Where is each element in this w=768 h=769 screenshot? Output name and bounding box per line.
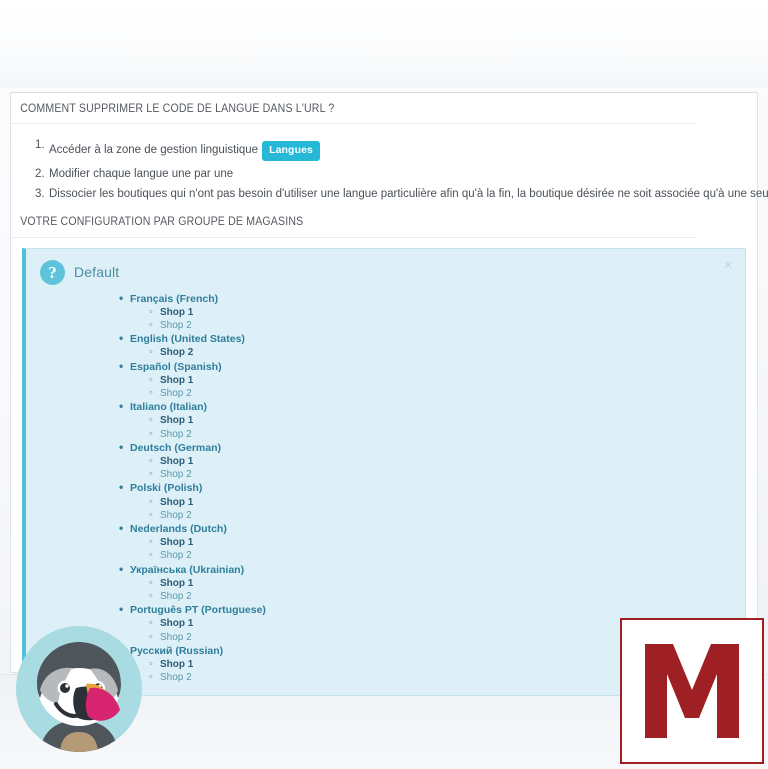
shop-list: Shop 1Shop 2 (130, 577, 735, 604)
brand-logo (620, 618, 764, 764)
step-text: Dissocier les boutiques qui n'ont pas be… (49, 188, 768, 200)
language-item: Italiano (Italian)Shop 1Shop 2 (119, 400, 735, 441)
shop-item: Shop 2 (149, 509, 735, 522)
language-name: Français (French) (119, 291, 735, 306)
shop-list: Shop 1Shop 2 (130, 536, 735, 563)
shop-item: Shop 1 (149, 455, 735, 468)
language-item: English (United States)Shop 2 (119, 332, 735, 360)
language-name: Українська (Ukrainian) (119, 563, 735, 577)
shop-group-name: Default (74, 264, 120, 280)
shop-item: Shop 1 (149, 536, 735, 549)
shop-list: Shop 1Shop 2 (130, 455, 735, 482)
step-text: Accéder à la zone de gestion linguistiqu… (49, 143, 259, 156)
page-backdrop-top (0, 0, 768, 88)
question-mark-icon: ? (40, 259, 65, 285)
shop-item: Shop 1 (149, 496, 735, 509)
configuration-panel: COMMENT SUPPRIMER LE CODE DE LANGUE DANS… (10, 92, 768, 697)
language-item: Polski (Polish)Shop 1Shop 2 (119, 481, 735, 523)
instructions-list: 1. Accéder à la zone de gestion linguist… (11, 124, 768, 210)
language-item: Deutsch (German)Shop 1Shop 2 (119, 441, 735, 482)
language-name: Español (Spanish) (119, 360, 735, 374)
language-name: Polski (Polish) (119, 481, 735, 495)
language-name: English (United States) (119, 332, 735, 346)
language-name: Nederlands (Dutch) (119, 522, 735, 536)
language-name: Português PT (Portuguese) (119, 603, 735, 617)
language-name: Italiano (Italian) (119, 400, 735, 414)
page-title: COMMENT SUPPRIMER LE CODE DE LANGUE DANS… (11, 93, 698, 124)
shop-item: Shop 2 (149, 468, 735, 481)
close-icon[interactable]: × (720, 256, 736, 273)
shop-item: Shop 1 (149, 374, 735, 387)
page-background: COMMENT SUPPRIMER LE CODE DE LANGUE DANS… (0, 0, 768, 769)
language-item: Українська (Ukrainian)Shop 1Shop 2 (119, 563, 735, 604)
shop-item: Shop 2 (149, 387, 735, 400)
alert-header: ? Default (36, 257, 735, 287)
step-text: Modifier chaque langue une par une (49, 167, 234, 180)
shop-list: Shop 2 (130, 346, 735, 359)
language-name: Deutsch (German) (119, 441, 735, 455)
language-item: Français (French)Shop 1Shop 2 (119, 291, 735, 333)
list-item: 1. Accéder à la zone de gestion linguist… (11, 139, 757, 169)
shop-item: Shop 2 (149, 549, 735, 562)
step-number: 3. (35, 188, 45, 200)
list-item: 3. Dissocier les boutiques qui n'ont pas… (11, 188, 768, 210)
shop-list: Shop 1Shop 2 (130, 374, 735, 401)
shop-item: Shop 1 (149, 306, 735, 319)
language-item: Nederlands (Dutch)Shop 1Shop 2 (119, 522, 735, 563)
shop-list: Shop 1Shop 2 (130, 306, 735, 333)
shop-item: Shop 2 (149, 319, 735, 332)
shop-list: Shop 1Shop 2 (130, 496, 735, 523)
language-item: Español (Spanish)Shop 1Shop 2 (119, 360, 735, 401)
shop-item: Shop 2 (149, 346, 735, 359)
prestashop-puffin-mascot-icon (16, 626, 142, 752)
shop-item: Shop 1 (149, 577, 735, 590)
step-number: 2. (35, 167, 45, 180)
step-number: 1. (35, 139, 45, 151)
shop-list: Shop 1Shop 2 (130, 414, 735, 441)
shop-item: Shop 2 (149, 428, 735, 441)
list-item: 2. Modifier chaque langue une par une (11, 167, 757, 190)
langues-badge[interactable]: Langues (262, 141, 320, 161)
shop-item: Shop 2 (149, 590, 735, 603)
section-title: VOTRE CONFIGURATION PAR GROUPE DE MAGASI… (11, 210, 698, 238)
shop-item: Shop 1 (149, 414, 735, 427)
